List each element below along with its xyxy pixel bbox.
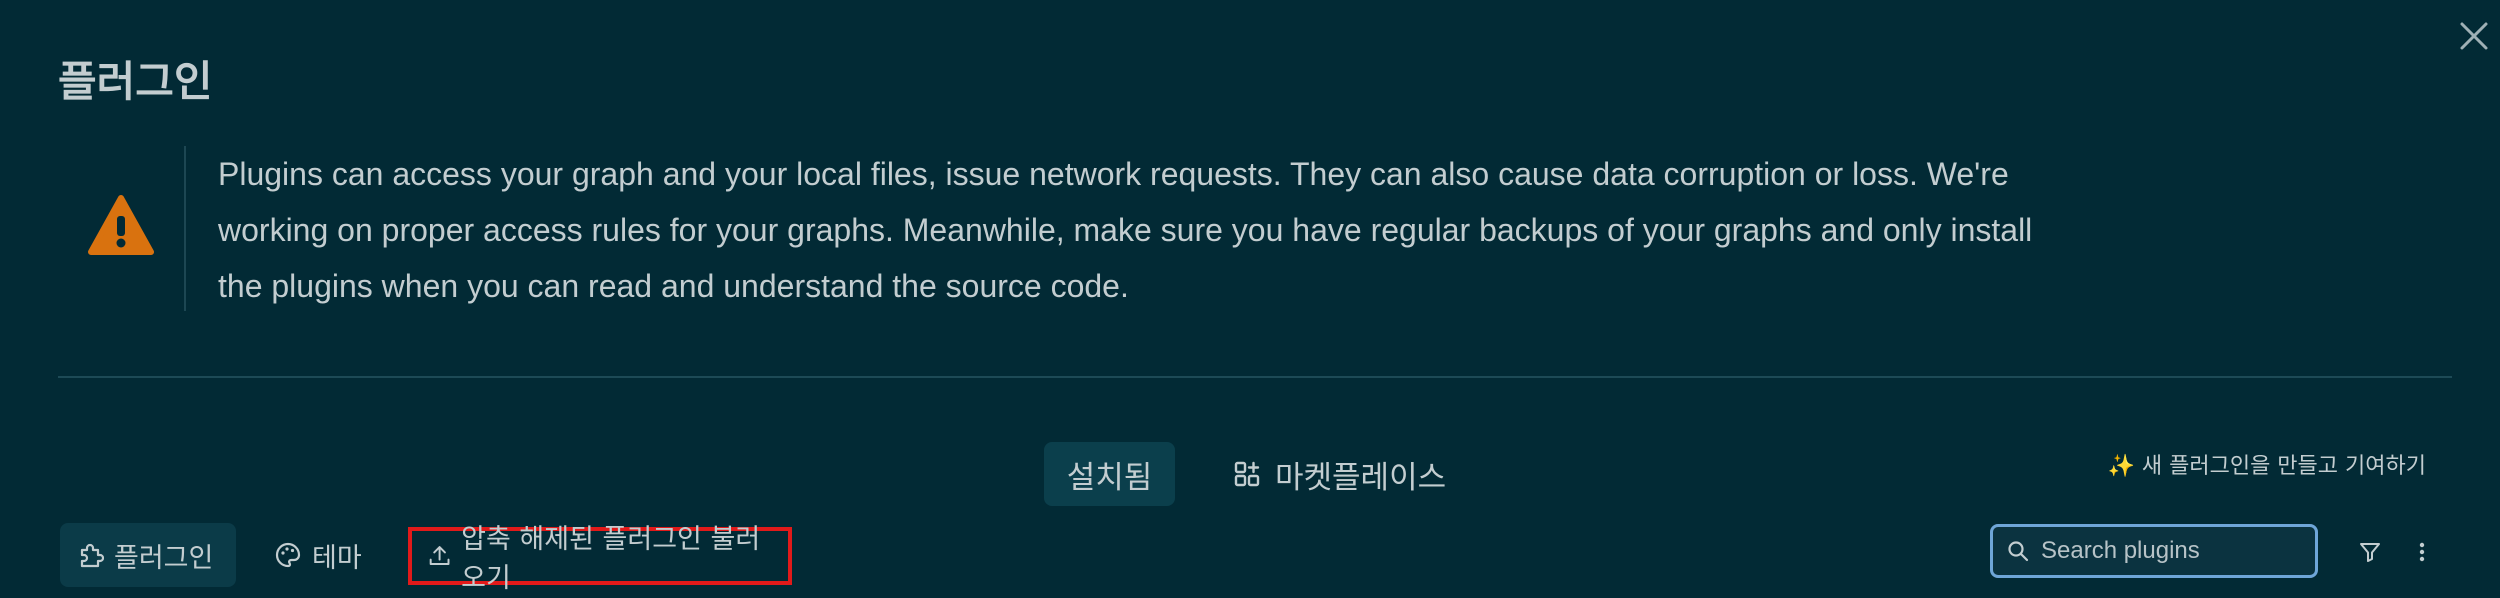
section-divider [58, 376, 2452, 378]
more-options-button[interactable] [2402, 532, 2442, 572]
tab-installed-label: 설치됨 [1066, 459, 1153, 496]
apps-add-icon [1234, 461, 1260, 487]
warning-triangle-icon [88, 195, 154, 255]
load-unpacked-plugin-button[interactable]: 압축 해제된 플러그인 불러오기 [408, 524, 792, 594]
filter-icon [2360, 543, 2380, 562]
page-title: 플러그인 [58, 57, 213, 106]
tab-installed[interactable]: 설치됨 [1044, 442, 1175, 506]
filter-button[interactable] [2350, 532, 2390, 572]
more-vertical-icon [2419, 542, 2425, 562]
puzzle-icon [80, 543, 104, 568]
tab-marketplace[interactable]: 마켓플레이스 [1215, 442, 1464, 506]
contribute-link[interactable]: ✨ 새 플러그인을 만들고 기여하기 [2108, 448, 2427, 480]
warning-text: Plugins can access your graph and your l… [218, 156, 2033, 304]
close-button[interactable] [2456, 18, 2492, 54]
palette-icon [275, 542, 301, 568]
search-icon [2008, 541, 2029, 562]
search-box[interactable] [1990, 524, 2318, 578]
search-input[interactable] [2039, 536, 2313, 566]
warning-notice: Plugins can access your graph and your l… [58, 146, 2032, 311]
themes-filter-button[interactable]: 테마 [258, 523, 378, 587]
upload-icon [429, 546, 450, 566]
themes-filter-label: 테마 [312, 542, 362, 574]
warning-divider [184, 146, 186, 311]
plugins-filter-button[interactable]: 플러그인 [60, 523, 236, 587]
load-unpacked-label: 압축 해제된 플러그인 불러오기 [461, 524, 761, 594]
close-icon [2460, 22, 2488, 50]
tab-marketplace-label: 마켓플레이스 [1275, 459, 1447, 496]
plugins-filter-label: 플러그인 [114, 542, 214, 574]
